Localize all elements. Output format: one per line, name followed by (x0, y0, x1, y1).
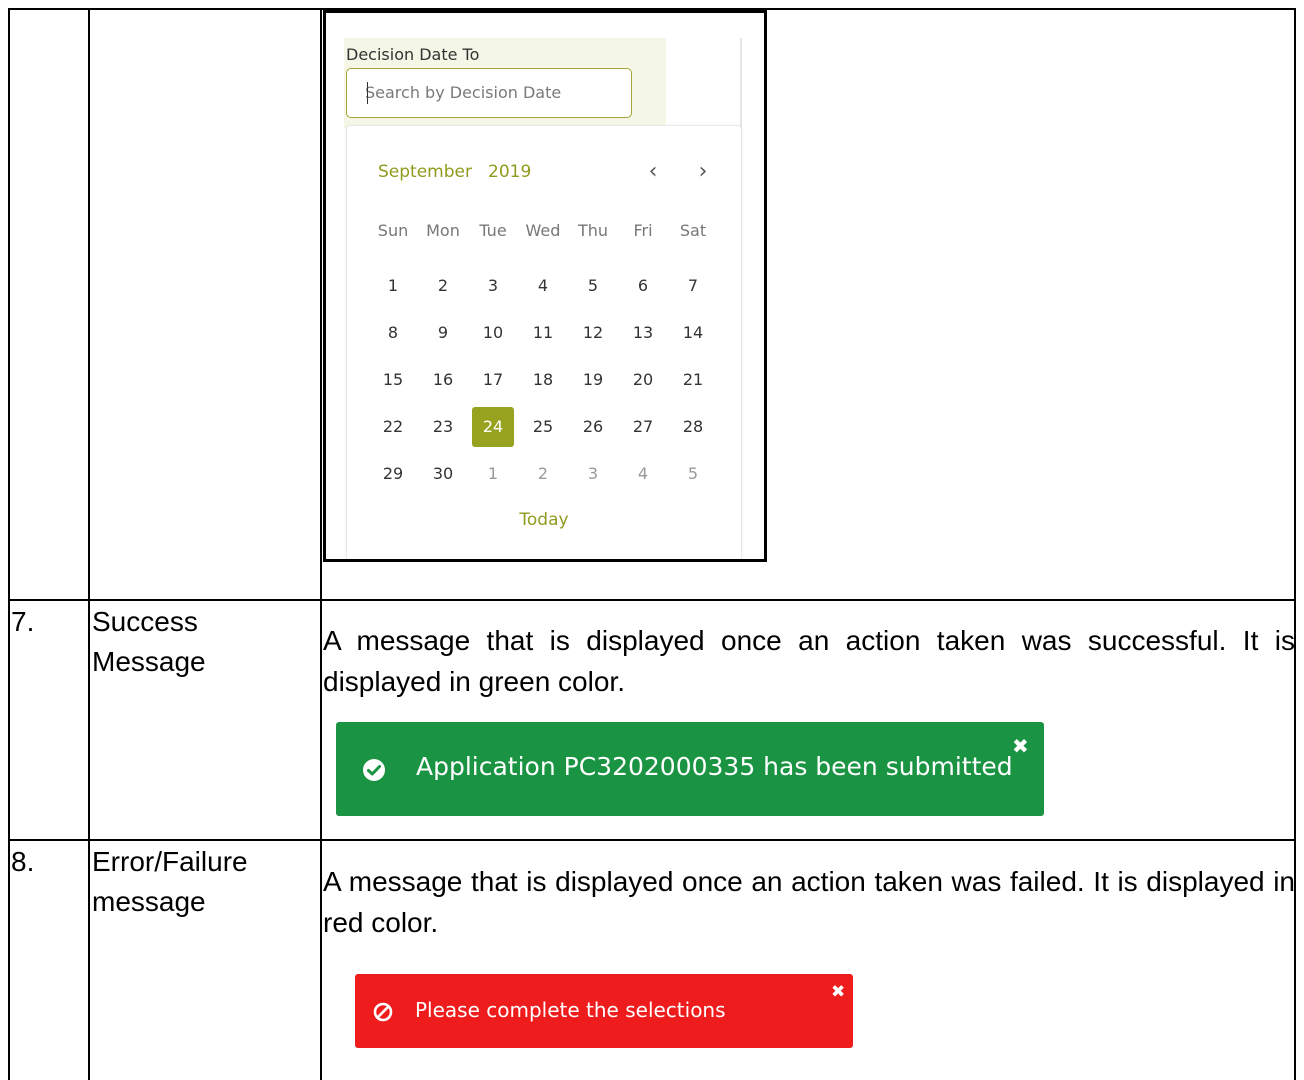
calendar-day[interactable]: 2 (422, 266, 464, 306)
row-title-line1: Success (92, 606, 198, 637)
calendar-day[interactable]: 3 (472, 266, 514, 306)
calendar-day[interactable]: 13 (622, 313, 664, 353)
calendar-day[interactable]: 26 (572, 407, 614, 447)
table-col-divider-2 (320, 8, 322, 1080)
calendar-day[interactable]: 23 (422, 407, 464, 447)
next-month-icon[interactable]: › (689, 156, 717, 188)
row-title-line2: Message (92, 646, 206, 677)
row-number: 7. (11, 606, 35, 637)
calendar-day-next-month[interactable]: 2 (522, 454, 564, 494)
calendar-day[interactable]: 18 (522, 360, 564, 400)
calendar-year-select[interactable]: 2019 (488, 162, 531, 182)
calendar-day[interactable]: 4 (522, 266, 564, 306)
success-alert: Application PC3202000335 has been submit… (336, 722, 1044, 816)
calendar-day-next-month[interactable]: 4 (622, 454, 664, 494)
weekday-label: Sun (377, 221, 409, 240)
error-alert: Please complete the selections ✖ (355, 974, 853, 1048)
check-circle-icon (363, 759, 385, 781)
table-border-left (8, 8, 10, 1080)
text-caret (367, 82, 368, 104)
row-description: A message that is displayed once an acti… (323, 625, 1295, 697)
calendar-day[interactable]: 24 (472, 407, 514, 447)
calendar-month-select[interactable]: September (378, 162, 472, 182)
calendar-day[interactable]: 10 (472, 313, 514, 353)
prev-month-icon[interactable]: ‹ (639, 156, 667, 188)
success-message: Application PC3202000335 has been submit… (416, 752, 1013, 781)
weekday-label: Tue (479, 221, 507, 240)
close-icon[interactable]: ✖ (831, 982, 845, 1002)
table-row-divider-2 (8, 839, 1296, 841)
calendar-day[interactable]: 1 (372, 266, 414, 306)
decision-date-input-wrapper[interactable] (346, 68, 632, 118)
calendar-day[interactable]: 14 (672, 313, 714, 353)
calendar-day[interactable]: 30 (422, 454, 464, 494)
weekday-label: Thu (577, 221, 609, 240)
datepicker-screenshot: Decision Date To September 2019 ‹ › SunM… (323, 10, 767, 562)
calendar-day-next-month[interactable]: 5 (672, 454, 714, 494)
calendar-day[interactable]: 19 (572, 360, 614, 400)
calendar-day[interactable]: 20 (622, 360, 664, 400)
ban-icon (373, 1002, 393, 1022)
calendar-day-next-month[interactable]: 1 (472, 454, 514, 494)
calendar-day[interactable]: 27 (622, 407, 664, 447)
calendar-popup: September 2019 ‹ › Sun Mon Tue Wed Thu Fri Sat… (346, 125, 742, 559)
calendar-day[interactable]: 29 (372, 454, 414, 494)
calendar-day[interactable]: 11 (522, 313, 564, 353)
calendar-day[interactable]: 9 (422, 313, 464, 353)
calendar-day-next-month[interactable]: 3 (572, 454, 614, 494)
row-title-line2: message (92, 886, 206, 917)
weekday-label: Wed (525, 221, 561, 240)
today-button[interactable]: Today (347, 510, 741, 530)
row-number: 8. (11, 846, 35, 877)
decision-date-to-label: Decision Date To (346, 45, 480, 64)
calendar-day[interactable]: 21 (672, 360, 714, 400)
row-title-line1: Error/Failure (92, 846, 248, 877)
error-message: Please complete the selections (415, 998, 726, 1022)
decision-date-input[interactable] (365, 69, 625, 115)
calendar-day[interactable]: 17 (472, 360, 514, 400)
table-col-divider-1 (88, 8, 90, 1080)
calendar-day[interactable]: 8 (372, 313, 414, 353)
calendar-day[interactable]: 16 (422, 360, 464, 400)
table-row-divider-1 (8, 599, 1296, 601)
calendar-day[interactable]: 28 (672, 407, 714, 447)
close-icon[interactable]: ✖ (1012, 734, 1029, 758)
calendar-day[interactable]: 7 (672, 266, 714, 306)
row-description: A message that is displayed once an acti… (323, 866, 1295, 938)
weekday-label: Mon (426, 221, 460, 240)
calendar-day[interactable]: 15 (372, 360, 414, 400)
weekday-label: Sat (679, 221, 707, 240)
calendar-day[interactable]: 22 (372, 407, 414, 447)
calendar-day[interactable]: 5 (572, 266, 614, 306)
weekday-label: Fri (633, 221, 653, 240)
calendar-day[interactable]: 25 (522, 407, 564, 447)
calendar-day[interactable]: 12 (572, 313, 614, 353)
calendar-day[interactable]: 6 (622, 266, 664, 306)
